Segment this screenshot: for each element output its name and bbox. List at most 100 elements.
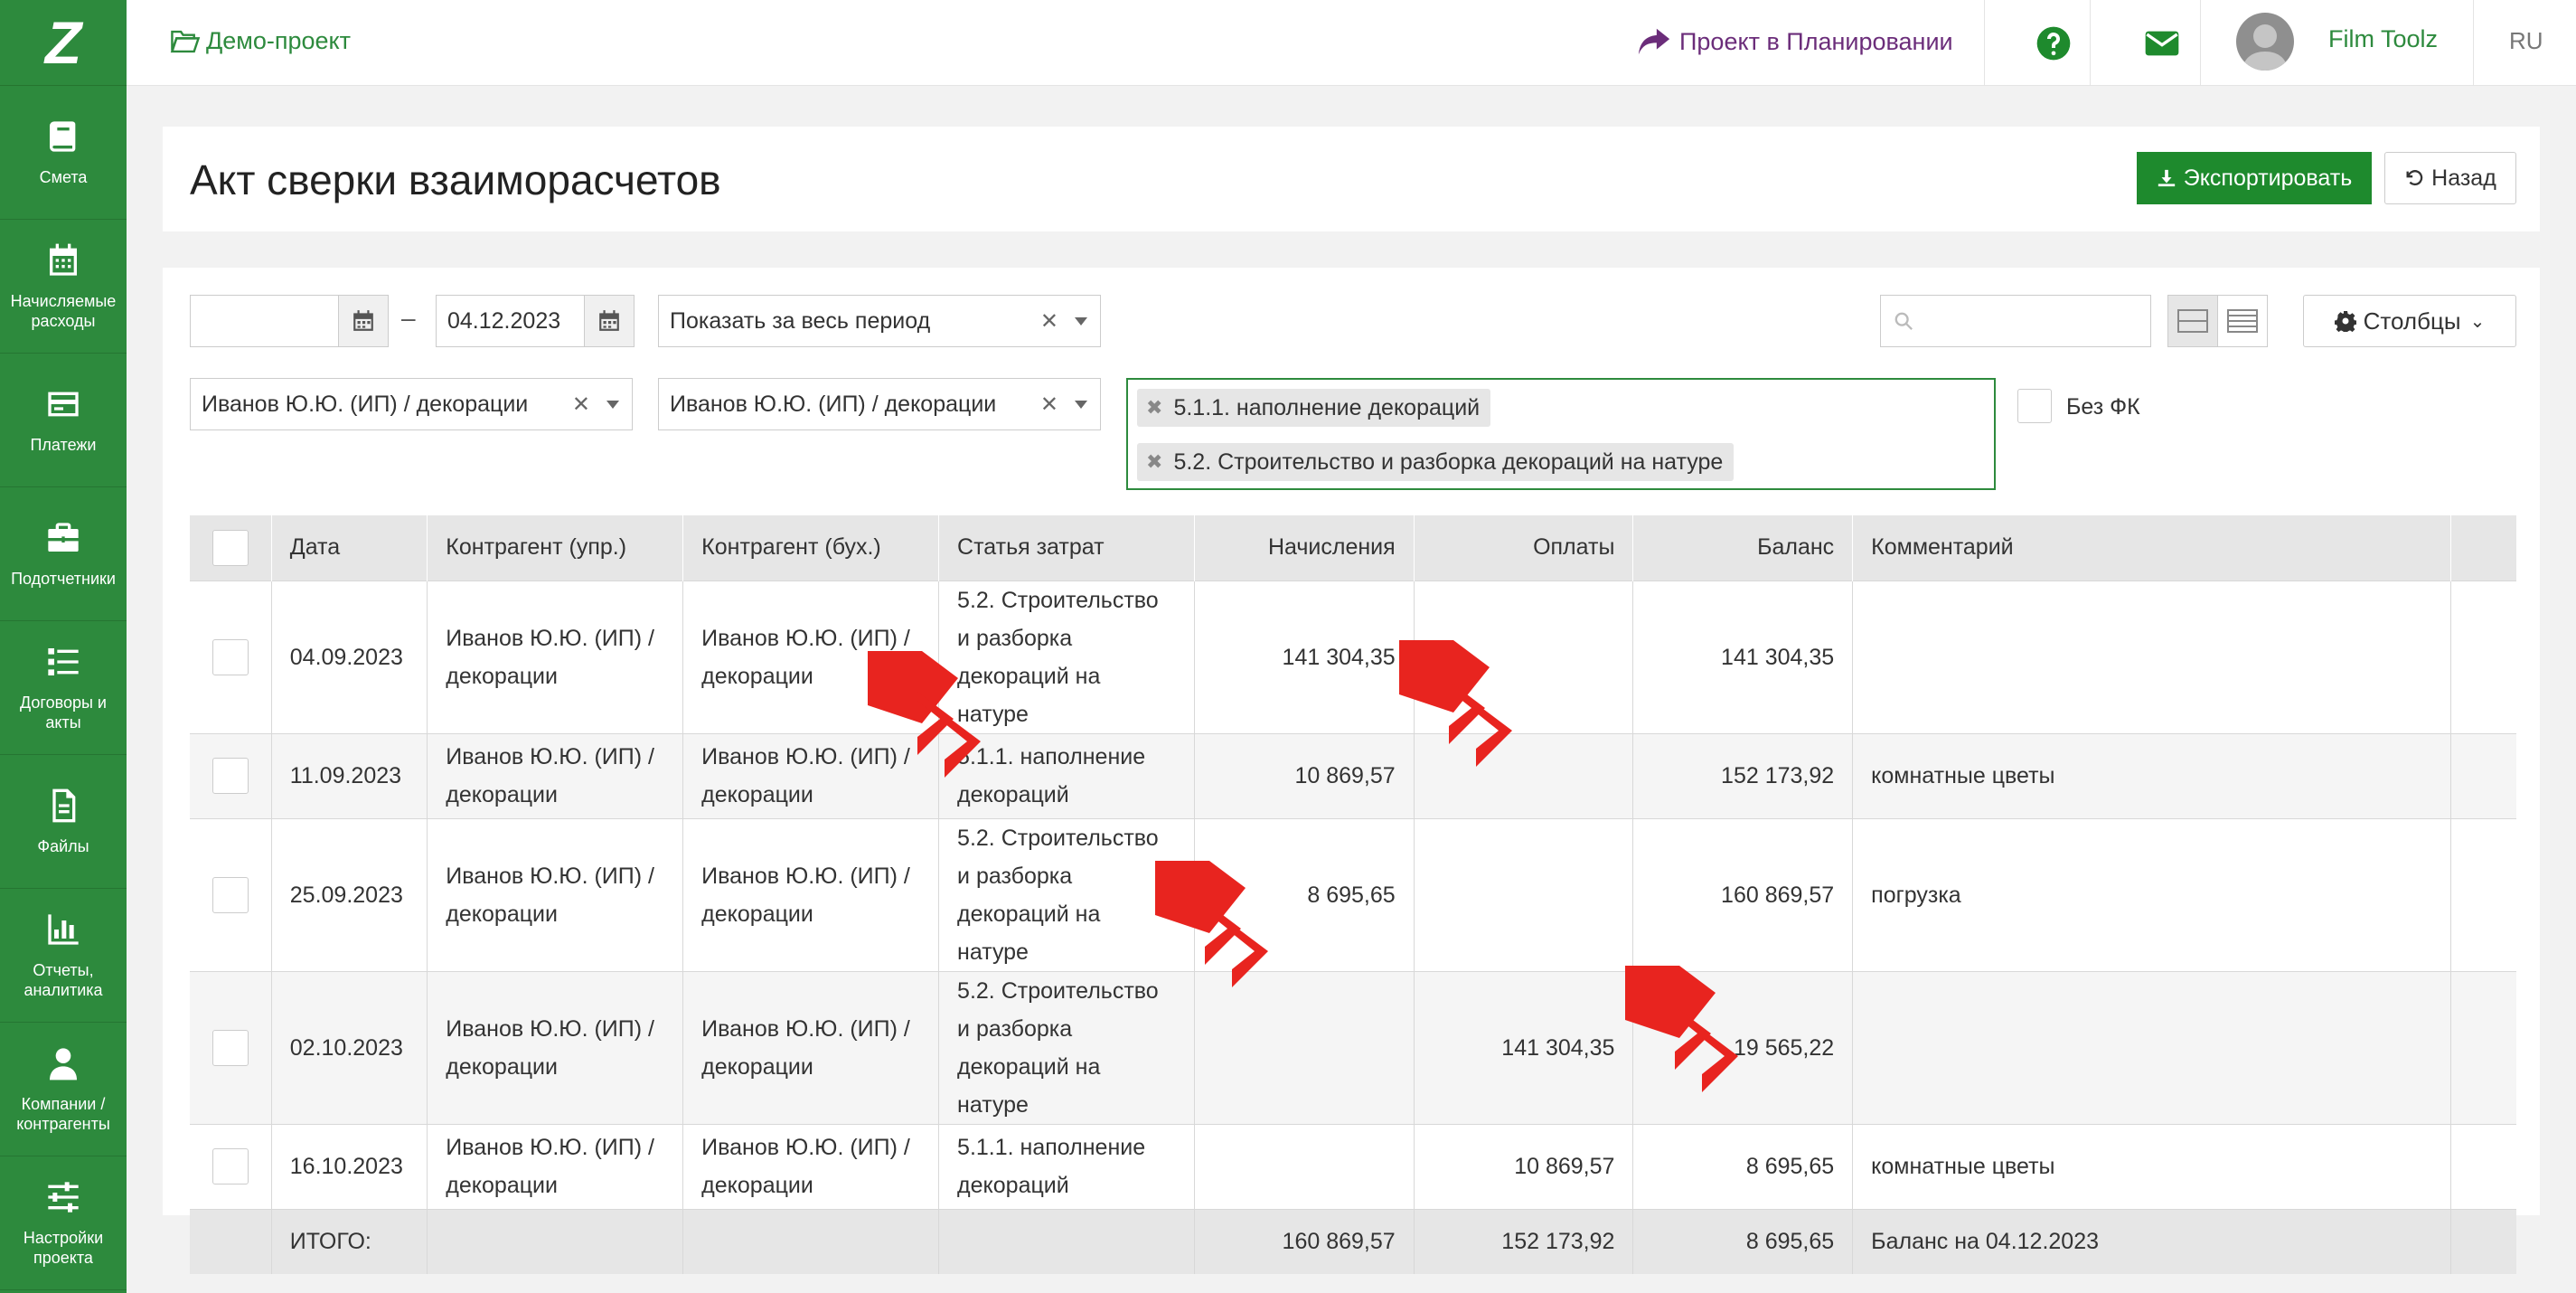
row-checkbox[interactable] xyxy=(212,638,249,675)
sidebar-item-settings[interactable]: Настройки проекта xyxy=(0,1156,127,1290)
table-row[interactable]: 02.10.2023 Иванов Ю.Ю. (ИП) / декорации … xyxy=(190,970,2516,1124)
contractor-mgmt-select[interactable]: Иванов Ю.Ю. (ИП) / декорации ✕ xyxy=(190,378,633,430)
date-to-field[interactable]: 04.12.2023 xyxy=(436,295,635,347)
cell-accruals: 141 304,35 xyxy=(1193,580,1415,733)
table-row[interactable]: 11.09.2023 Иванов Ю.Ю. (ИП) / декорации … xyxy=(190,732,2516,818)
period-select[interactable]: Показать за весь период ✕ xyxy=(658,295,1101,347)
sidebar: Z Смета Начисляемые расходы Платежи Подо… xyxy=(0,0,127,1293)
column-header-balance[interactable]: Баланс xyxy=(1632,515,1853,580)
sidebar-item-payments[interactable]: Платежи xyxy=(0,354,127,487)
row-select-cell xyxy=(190,732,272,818)
row-checkbox[interactable] xyxy=(212,876,249,913)
select-all-checkbox[interactable] xyxy=(212,529,249,566)
divider xyxy=(1984,0,1985,86)
cell-comment xyxy=(1852,580,2451,733)
language-switch[interactable]: RU xyxy=(2509,27,2543,55)
column-header-contractor-mgmt[interactable]: Контрагент (упр.) xyxy=(427,515,683,580)
sidebar-item-accountable[interactable]: Подотчетники xyxy=(0,487,127,621)
column-header-comment[interactable]: Комментарий xyxy=(1852,515,2451,580)
card-icon xyxy=(48,392,79,416)
sidebar-item-companies[interactable]: Компании / контрагенты xyxy=(0,1023,127,1156)
table-row[interactable]: 04.09.2023 Иванов Ю.Ю. (ИП) / декорации … xyxy=(190,580,2516,733)
cost-item-tag-label: 5.2. Строительство и разборка декораций … xyxy=(1173,448,1724,475)
cell-extra xyxy=(2450,970,2516,1124)
chevron-marker-icon xyxy=(1155,861,1268,987)
row-select-cell xyxy=(190,1123,272,1209)
row-checkbox[interactable] xyxy=(212,758,249,794)
view-list-button[interactable] xyxy=(2217,295,2268,347)
caret-down-icon[interactable] xyxy=(606,401,619,409)
total-balance: 8 695,65 xyxy=(1632,1208,1853,1274)
table-row[interactable]: 16.10.2023 Иванов Ю.Ю. (ИП) / декорации … xyxy=(190,1123,2516,1209)
cell-balance: 141 304,35 xyxy=(1632,580,1853,733)
project-link[interactable]: Демо-проект xyxy=(170,27,351,55)
book-icon xyxy=(50,120,76,152)
remove-tag-icon[interactable]: ✖ xyxy=(1146,450,1162,474)
cost-items-multiselect[interactable]: ✖ 5.1.1. наполнение декораций ✖ 5.2. Стр… xyxy=(1126,378,1996,490)
avatar[interactable] xyxy=(2236,13,2294,71)
row-select-cell xyxy=(190,817,272,971)
contractor-acc-select[interactable]: Иванов Ю.Ю. (ИП) / декорации ✕ xyxy=(658,378,1101,430)
no-fk-checkbox[interactable] xyxy=(2017,389,2052,423)
remove-tag-icon[interactable]: ✖ xyxy=(1146,396,1162,420)
view-compact-button[interactable] xyxy=(2167,295,2218,347)
caret-down-icon[interactable] xyxy=(1075,317,1087,326)
download-icon xyxy=(2158,169,2175,187)
cell-balance: 160 869,57 xyxy=(1632,817,1853,971)
cost-item-tag[interactable]: ✖ 5.1.1. наполнение декораций xyxy=(1137,389,1491,427)
user-name[interactable]: Film Toolz xyxy=(2328,25,2438,53)
cell-cost-item: 5.1.1. наполнение декораций xyxy=(938,1123,1195,1209)
clear-icon[interactable]: ✕ xyxy=(1040,308,1058,335)
cell-payments: 10 869,57 xyxy=(1413,1123,1633,1209)
columns-button[interactable]: Столбцы ⌄ xyxy=(2303,295,2516,347)
total-select-cell xyxy=(190,1208,272,1274)
mail-icon[interactable] xyxy=(2144,25,2180,61)
sidebar-item-accrued-expenses[interactable]: Начисляемые расходы xyxy=(0,220,127,354)
row-checkbox[interactable] xyxy=(212,1029,249,1066)
export-button[interactable]: Экспортировать xyxy=(2137,152,2372,204)
user-icon xyxy=(50,1047,77,1080)
caret-down-icon[interactable] xyxy=(1075,401,1087,409)
list-icon xyxy=(48,647,79,675)
cell-accruals xyxy=(1193,970,1415,1124)
project-status-link[interactable]: Проект в Планировании xyxy=(1636,25,1953,58)
cell-date: 02.10.2023 xyxy=(270,970,428,1124)
cell-contractor-acc: Иванов Ю.Ю. (ИП) / декорации xyxy=(682,817,939,971)
column-header-payments[interactable]: Оплаты xyxy=(1413,515,1633,580)
select-all-cell xyxy=(190,515,272,580)
page-header: Акт сверки взаиморасчетов Экспортировать… xyxy=(163,127,2540,231)
column-header-contractor-acc[interactable]: Контрагент (бух.) xyxy=(682,515,939,580)
column-header-date[interactable]: Дата xyxy=(270,515,428,580)
divider xyxy=(2200,0,2201,86)
date-from-calendar-button[interactable] xyxy=(338,295,389,347)
divider xyxy=(2090,0,2091,86)
sidebar-item-files[interactable]: Файлы xyxy=(0,755,127,889)
cell-cost-item: 5.2. Строительство и разборка декораций … xyxy=(938,970,1195,1124)
cell-comment: погрузка xyxy=(1852,817,2451,971)
date-to-calendar-button[interactable] xyxy=(584,295,635,347)
cell-payments: 141 304,35 xyxy=(1413,970,1633,1124)
chevron-marker-icon xyxy=(1625,966,1738,1092)
user-avatar-icon xyxy=(2242,24,2289,71)
clear-icon[interactable]: ✕ xyxy=(572,392,590,418)
table-row[interactable]: 25.09.2023 Иванов Ю.Ю. (ИП) / декорации … xyxy=(190,817,2516,971)
gear-icon xyxy=(2334,311,2356,332)
column-header-cost-item[interactable]: Статья затрат xyxy=(938,515,1195,580)
date-from-field[interactable] xyxy=(190,295,389,347)
sidebar-item-reports[interactable]: Отчеты, аналитика xyxy=(0,889,127,1023)
row-checkbox[interactable] xyxy=(212,1148,249,1184)
share-arrow-icon xyxy=(1638,28,1670,55)
undo-icon xyxy=(2406,170,2423,186)
search-input[interactable] xyxy=(1880,295,2151,347)
cost-item-tag[interactable]: ✖ 5.2. Строительство и разборка декораци… xyxy=(1137,443,1735,481)
app-logo[interactable]: Z xyxy=(0,0,127,86)
sidebar-item-contracts[interactable]: Договоры и акты xyxy=(0,621,127,755)
cell-extra xyxy=(2450,580,2516,733)
column-header-accruals[interactable]: Начисления xyxy=(1193,515,1415,580)
cell-contractor-acc: Иванов Ю.Ю. (ИП) / декорации xyxy=(682,1123,939,1209)
sidebar-item-estimate[interactable]: Смета xyxy=(0,86,127,220)
help-icon[interactable] xyxy=(2035,25,2072,61)
back-button[interactable]: Назад xyxy=(2384,152,2516,204)
clear-icon[interactable]: ✕ xyxy=(1040,392,1058,418)
calendar-icon xyxy=(353,310,373,331)
